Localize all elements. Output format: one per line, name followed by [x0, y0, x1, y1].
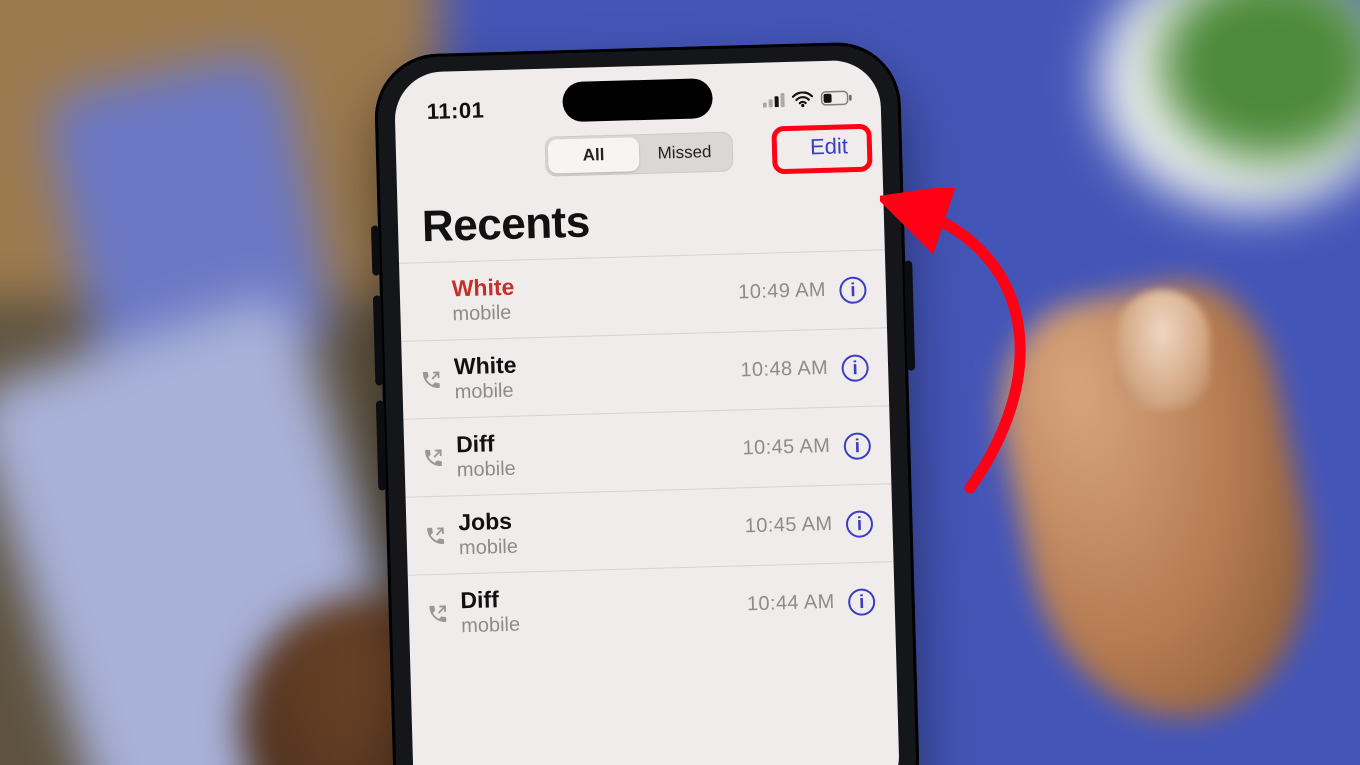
call-row[interactable]: Whitemobile10:48 AM i: [401, 327, 889, 419]
edit-button[interactable]: Edit: [798, 129, 861, 165]
call-time: 10:48 AM: [740, 357, 828, 382]
call-row[interactable]: Whitemobile10:49 AM i: [399, 249, 887, 341]
call-row[interactable]: Diffmobile10:45 AM i: [403, 405, 891, 497]
outgoing-call-icon: [420, 368, 455, 391]
mute-switch: [371, 225, 380, 275]
wifi-icon: [791, 91, 814, 113]
volume-down-button: [376, 400, 387, 490]
volume-up-button: [373, 295, 384, 385]
info-button[interactable]: i: [840, 352, 871, 383]
call-row[interactable]: Diffmobile10:44 AM i: [408, 561, 896, 653]
call-icon-slot: [418, 301, 452, 302]
call-contact: Whitemobile: [454, 345, 742, 404]
call-contact: Jobsmobile: [458, 501, 746, 560]
tab-all[interactable]: All: [548, 137, 640, 174]
status-time: 11:01: [426, 97, 484, 125]
svg-text:i: i: [859, 592, 865, 613]
dynamic-island: [562, 78, 713, 122]
info-button[interactable]: i: [844, 508, 875, 539]
call-contact: Diffmobile: [456, 423, 744, 482]
thumbnail: [1115, 290, 1210, 410]
call-row[interactable]: Jobsmobile10:45 AM i: [406, 483, 894, 575]
info-button[interactable]: i: [842, 430, 873, 461]
call-time: 10:45 AM: [744, 513, 832, 538]
call-contact: Whitemobile: [451, 267, 739, 326]
battery-icon: [820, 90, 853, 111]
svg-text:i: i: [850, 280, 856, 301]
phone-screen: 11:01 All Missed Edit Recents: [394, 59, 901, 765]
call-time: 10:45 AM: [742, 435, 830, 460]
outgoing-call-icon: [427, 602, 462, 625]
svg-text:i: i: [854, 436, 860, 457]
info-button[interactable]: i: [846, 586, 877, 617]
outgoing-call-icon: [424, 524, 459, 547]
recents-list[interactable]: Whitemobile10:49 AMiWhitemobile10:48 AMi…: [399, 249, 896, 652]
tab-missed[interactable]: Missed: [639, 135, 731, 172]
phone-frame: 11:01 All Missed Edit Recents: [373, 41, 921, 765]
page-title: Recents: [397, 171, 885, 263]
call-time: 10:49 AM: [738, 279, 826, 304]
cellular-icon: [762, 93, 785, 113]
svg-text:i: i: [857, 514, 863, 535]
call-time: 10:44 AM: [747, 591, 835, 616]
outgoing-call-icon: [422, 446, 457, 469]
svg-text:i: i: [852, 358, 858, 379]
info-button[interactable]: i: [838, 274, 869, 305]
call-contact: Diffmobile: [460, 579, 748, 638]
filter-segmented[interactable]: All Missed: [545, 131, 734, 176]
